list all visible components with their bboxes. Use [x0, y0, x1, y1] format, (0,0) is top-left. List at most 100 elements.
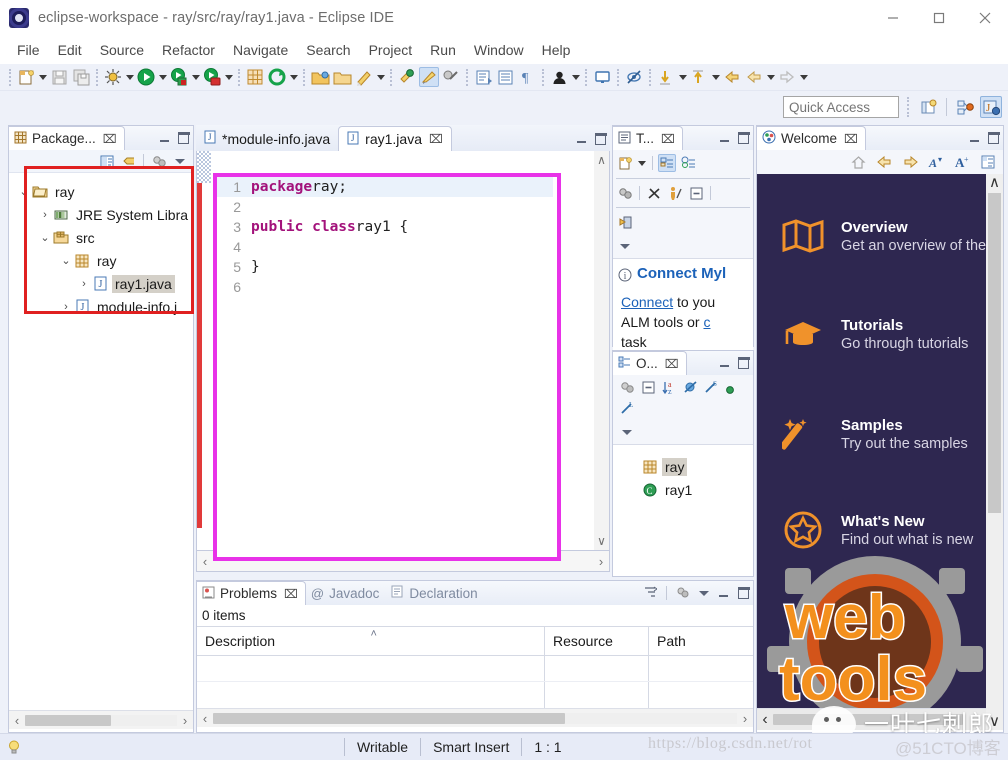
- scroll-track[interactable]: [213, 712, 737, 724]
- view-menu-icon[interactable]: [699, 590, 709, 596]
- minimize-button[interactable]: [870, 0, 916, 36]
- collapse-all-icon[interactable]: [119, 152, 137, 170]
- scroll-left-arrow[interactable]: ‹: [9, 713, 25, 728]
- maximize-icon[interactable]: [177, 132, 190, 144]
- search-task-icon[interactable]: [397, 67, 417, 87]
- forward-arrow-icon[interactable]: [901, 153, 919, 171]
- hide-fields-icon[interactable]: [681, 378, 699, 396]
- filters-icon[interactable]: [643, 585, 658, 602]
- close-button[interactable]: [962, 0, 1008, 36]
- new-dropdown-caret[interactable]: [37, 67, 48, 87]
- editor-vscrollbar[interactable]: ∧ ∨: [594, 151, 609, 550]
- outline-node-ray1[interactable]: C ray1: [613, 478, 753, 501]
- welcome-item-whats-new[interactable]: What's New Find out what is new: [757, 508, 1003, 552]
- tree-node-ray1-java[interactable]: › J ray1.java: [9, 272, 193, 295]
- twisty-icon[interactable]: ›: [77, 278, 91, 290]
- link-with-editor-icon[interactable]: [98, 152, 116, 170]
- create-link[interactable]: c: [703, 314, 710, 330]
- increase-font-icon[interactable]: A +: [953, 153, 971, 171]
- coverage-caret[interactable]: [223, 67, 234, 87]
- debug-icon[interactable]: [103, 67, 123, 87]
- open-type-icon[interactable]: [310, 67, 330, 87]
- forward-icon[interactable]: [744, 67, 764, 87]
- scroll-thumb[interactable]: [213, 712, 565, 724]
- user-icon[interactable]: [549, 67, 569, 87]
- problems-table-body[interactable]: [197, 656, 753, 708]
- show-whitespace-icon[interactable]: [495, 67, 515, 87]
- new-task-icon[interactable]: [616, 154, 634, 172]
- menu-edit[interactable]: Edit: [49, 39, 91, 61]
- editor-tab-module-info[interactable]: J *module-info.java: [196, 126, 338, 151]
- menu-window[interactable]: Window: [465, 39, 533, 61]
- tab-declaration[interactable]: Declaration: [386, 581, 484, 605]
- package-explorer-hscrollbar[interactable]: ‹ ›: [9, 710, 193, 729]
- debug-dropdown-caret[interactable]: [124, 67, 135, 87]
- table-row[interactable]: [197, 682, 753, 708]
- tab-problems[interactable]: Problems ⌧: [197, 581, 306, 605]
- back-arrow-icon[interactable]: [875, 153, 893, 171]
- scroll-up-arrow[interactable]: ∧: [597, 153, 606, 167]
- twisty-icon[interactable]: ⌄: [38, 231, 52, 244]
- decrease-font-icon[interactable]: A ▾: [927, 153, 945, 171]
- next-annotation-icon[interactable]: [656, 67, 676, 87]
- next-edit-caret[interactable]: [798, 67, 809, 87]
- collapse-all-icon[interactable]: [639, 378, 657, 396]
- twisty-icon[interactable]: ⌄: [17, 185, 31, 198]
- forward-caret[interactable]: [765, 67, 776, 87]
- maximize-icon[interactable]: [594, 133, 607, 145]
- categorized-mode-icon[interactable]: [658, 154, 676, 172]
- view-menu-icon[interactable]: [171, 152, 189, 170]
- open-perspective-icon[interactable]: [917, 96, 939, 118]
- refresh-icon[interactable]: [267, 67, 287, 87]
- scroll-left-arrow[interactable]: ‹: [197, 711, 213, 726]
- minimize-icon[interactable]: [719, 358, 730, 369]
- minimize-icon[interactable]: [719, 133, 730, 144]
- problems-hscrollbar[interactable]: ‹ ›: [197, 708, 753, 727]
- close-icon[interactable]: ⌧: [284, 588, 298, 600]
- scheduled-mode-icon[interactable]: [679, 154, 697, 172]
- column-path[interactable]: Path: [649, 627, 753, 655]
- minimize-icon[interactable]: [159, 133, 170, 144]
- open-task-icon[interactable]: [332, 67, 352, 87]
- next-annotation-caret[interactable]: [677, 67, 688, 87]
- scroll-right-arrow[interactable]: ›: [177, 713, 193, 728]
- synchronize-icon[interactable]: [616, 184, 634, 202]
- run-dropdown-caret[interactable]: [157, 67, 168, 87]
- previous-annotation-icon[interactable]: [689, 67, 709, 87]
- hide-icon[interactable]: [624, 67, 644, 87]
- save-all-icon[interactable]: [71, 67, 91, 87]
- tree-node-module-info[interactable]: › J module-info.j: [9, 295, 193, 318]
- maximize-button[interactable]: [916, 0, 962, 36]
- welcome-vscrollbar[interactable]: ∧ ∨: [986, 174, 1003, 730]
- home-icon[interactable]: [849, 153, 867, 171]
- collapse-all-icon[interactable]: [687, 184, 705, 202]
- restore-tasks-icon[interactable]: [616, 213, 634, 231]
- previous-annotation-caret[interactable]: [710, 67, 721, 87]
- view-menu-icon[interactable]: [618, 423, 636, 441]
- new-java-package-icon[interactable]: [245, 67, 265, 87]
- menu-search[interactable]: Search: [297, 39, 359, 61]
- run-icon[interactable]: [136, 67, 156, 87]
- tab-javadoc[interactable]: @ Javadoc: [306, 581, 387, 605]
- tree-node-ray-project[interactable]: ⌄ ray: [9, 180, 193, 203]
- table-row[interactable]: [197, 656, 753, 682]
- new-task-icon[interactable]: [354, 67, 374, 87]
- menu-file[interactable]: File: [8, 39, 49, 61]
- welcome-item-samples[interactable]: Samples Try out the samples: [757, 412, 1003, 456]
- menu-source[interactable]: Source: [91, 39, 153, 61]
- maximize-icon[interactable]: [737, 587, 750, 599]
- welcome-item-overview[interactable]: Overview Get an overview of the f: [757, 214, 1003, 258]
- hide-local-types-icon[interactable]: L: [618, 399, 636, 417]
- java-editor-icon[interactable]: [473, 67, 493, 87]
- code-editor[interactable]: 1 package ray; 2 3 public class ray1 { 4…: [196, 151, 610, 561]
- focus-icon[interactable]: [618, 378, 636, 396]
- next-edit-icon[interactable]: [777, 67, 797, 87]
- view-menu-icon[interactable]: [616, 237, 634, 255]
- welcome-content[interactable]: Overview Get an overview of the f Tutori…: [757, 174, 1003, 730]
- close-icon[interactable]: ⌧: [661, 133, 675, 145]
- annotations-icon[interactable]: [441, 67, 461, 87]
- outline-tree[interactable]: ray C ray1: [613, 444, 753, 501]
- tab-welcome[interactable]: Welcome ⌧: [757, 126, 866, 150]
- column-resource[interactable]: Resource: [545, 627, 649, 655]
- twisty-icon[interactable]: ›: [38, 209, 52, 221]
